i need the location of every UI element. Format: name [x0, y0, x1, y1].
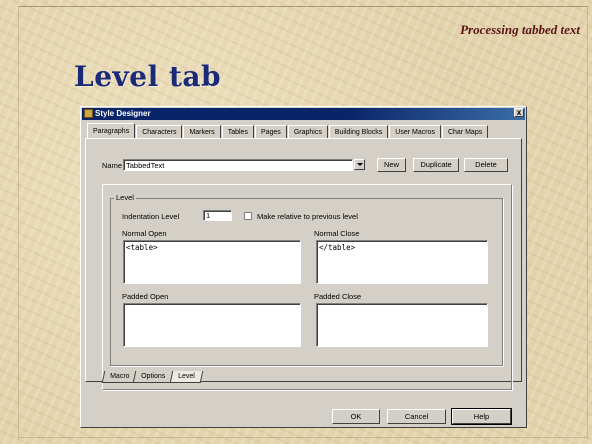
tab-pages[interactable]: Pages	[254, 125, 287, 138]
indentation-level-label: Indentation Level	[122, 212, 180, 221]
close-icon[interactable]: x	[514, 108, 524, 117]
chevron-down-icon[interactable]	[354, 159, 365, 170]
dialog-titlebar[interactable]: Style Designer	[82, 108, 525, 120]
tab-options[interactable]: Options	[133, 371, 174, 383]
padded-close-label: Padded Close	[314, 292, 362, 301]
tab-options-label: Options	[141, 373, 166, 380]
dialog-title: Style Designer	[95, 109, 151, 118]
tab-char-maps[interactable]: Char Maps	[441, 125, 489, 138]
indentation-level-input[interactable]: 1	[203, 210, 232, 221]
normal-close-textarea[interactable]: </table>	[316, 240, 488, 284]
tab-paragraphs[interactable]: Paragraphs	[87, 123, 136, 138]
delete-button[interactable]: Delete	[464, 158, 508, 172]
tab-building-blocks[interactable]: Building Blocks	[328, 125, 389, 138]
style-designer-dialog: Style Designer x Paragraphs Characters M…	[80, 106, 527, 428]
tab-level[interactable]: Level	[169, 371, 203, 383]
normal-close-label: Normal Close	[314, 229, 360, 238]
name-combobox[interactable]: TabbedText	[123, 159, 353, 171]
tab-user-macros[interactable]: User Macros	[389, 125, 441, 138]
new-button[interactable]: New	[377, 158, 406, 172]
level-group-label: Level	[114, 193, 136, 202]
name-label: Name	[102, 161, 123, 170]
slide-title: Level tab	[74, 60, 222, 93]
slide-subtitle: Processing tabbed text	[460, 22, 580, 37]
duplicate-button[interactable]: Duplicate	[413, 158, 459, 172]
tab-level-label: Level	[177, 373, 195, 380]
tab-markers[interactable]: Markers	[183, 125, 221, 138]
padded-close-textarea[interactable]	[316, 303, 488, 347]
tab-characters[interactable]: Characters	[136, 125, 183, 138]
header-rule	[18, 6, 588, 7]
normal-open-textarea[interactable]: <table>	[123, 240, 301, 284]
normal-open-label: Normal Open	[122, 229, 167, 238]
make-relative-checkbox[interactable]	[244, 212, 252, 220]
app-icon	[84, 109, 93, 118]
cancel-button[interactable]: Cancel	[387, 409, 446, 424]
tab-graphics[interactable]: Graphics	[287, 125, 328, 138]
ok-button[interactable]: OK	[332, 409, 380, 424]
paragraphs-panel: Name TabbedText New Duplicate Delete Lev…	[85, 138, 522, 390]
make-relative-label: Make relative to previous level	[257, 212, 358, 221]
padded-open-label: Padded Open	[122, 292, 169, 301]
top-tab-strip: Paragraphs Characters Markers Tables Pag…	[87, 123, 489, 139]
tab-tables[interactable]: Tables	[221, 125, 254, 138]
help-button[interactable]: Help	[451, 408, 512, 425]
tab-macro-label: Macro	[110, 373, 130, 380]
padded-open-textarea[interactable]	[123, 303, 301, 347]
bottom-tab-strip: Macro Options Level	[101, 371, 203, 383]
